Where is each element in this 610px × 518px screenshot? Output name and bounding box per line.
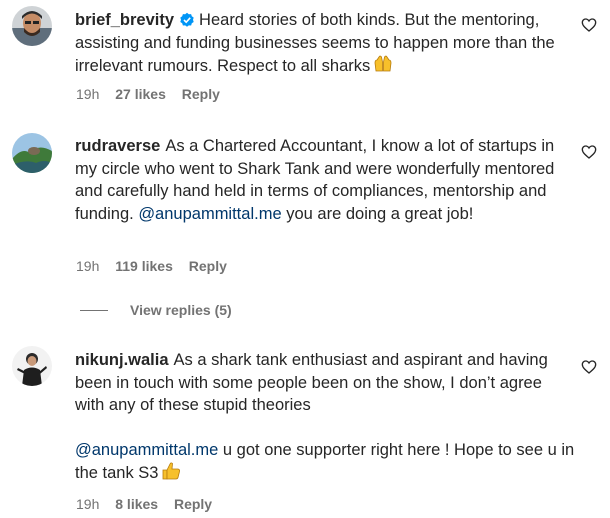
comment-text-block: brief_brevity Heard stories of both kind… bbox=[75, 9, 575, 81]
comment-text-block: rudraverse As a Chartered Accountant, I k… bbox=[75, 135, 575, 225]
comment-text-continued: you are doing a great job! bbox=[286, 204, 474, 223]
view-replies-button[interactable]: View replies (5) bbox=[80, 300, 232, 320]
mention-link[interactable]: @anupammittal.me bbox=[75, 441, 218, 459]
view-replies-label[interactable]: View replies (5) bbox=[130, 302, 232, 318]
divider-line bbox=[80, 309, 108, 311]
reply-button[interactable]: Reply bbox=[189, 258, 227, 274]
avatar-image bbox=[12, 133, 52, 173]
like-heart-icon[interactable] bbox=[581, 17, 597, 33]
timestamp[interactable]: 19h bbox=[76, 86, 99, 102]
username[interactable]: nikunj.walia bbox=[75, 351, 169, 369]
like-heart-icon[interactable] bbox=[581, 144, 597, 160]
raising-hands-emoji-icon bbox=[373, 54, 393, 81]
mention-link[interactable]: @anupammittal.me bbox=[138, 205, 281, 223]
avatar[interactable] bbox=[12, 346, 52, 386]
comment-meta: 19h 8 likes Reply bbox=[76, 496, 224, 512]
username[interactable]: brief_brevity bbox=[75, 11, 174, 29]
comment-meta: 19h 119 likes Reply bbox=[76, 258, 239, 274]
username[interactable]: rudraverse bbox=[75, 137, 160, 155]
thumbs-up-emoji-icon bbox=[161, 461, 181, 488]
reply-button[interactable]: Reply bbox=[182, 86, 220, 102]
like-heart-icon[interactable] bbox=[581, 359, 597, 375]
avatar-image bbox=[12, 346, 52, 386]
avatar-image bbox=[12, 6, 52, 46]
likes-count[interactable]: 119 likes bbox=[115, 258, 173, 274]
likes-count[interactable]: 8 likes bbox=[115, 496, 158, 512]
timestamp[interactable]: 19h bbox=[76, 496, 99, 512]
verified-badge-icon bbox=[180, 12, 194, 27]
avatar[interactable] bbox=[12, 133, 52, 173]
likes-count[interactable]: 27 likes bbox=[115, 86, 166, 102]
comment-meta: 19h 27 likes Reply bbox=[76, 86, 232, 102]
comment-text-block: nikunj.walia As a shark tank enthusiast a… bbox=[75, 349, 575, 488]
avatar[interactable] bbox=[12, 6, 52, 46]
reply-button[interactable]: Reply bbox=[174, 496, 212, 512]
timestamp[interactable]: 19h bbox=[76, 258, 99, 274]
